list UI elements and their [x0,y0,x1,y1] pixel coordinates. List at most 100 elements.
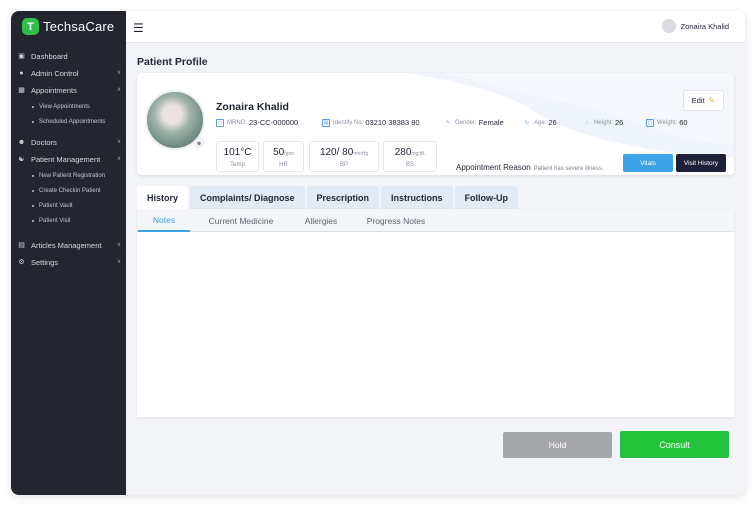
chevron-up-icon: ∧ [116,156,121,162]
bullet-icon [32,106,34,108]
sidebar-subitem-label: Create Checkin Patient [39,188,101,194]
calendar-icon: ▦ [18,87,25,94]
tab-history[interactable]: History [137,186,189,209]
age-value: 26 [548,118,557,127]
height-icon: ↕ [585,119,589,126]
bullet-icon [32,205,34,207]
logo-mark: T [22,18,39,35]
page-title: Patient Profile [137,56,208,68]
identity-card-icon: ▤ [322,118,330,127]
id-card-icon: □ [216,118,224,127]
vital-temp: 101°C Temp [216,141,259,172]
sidebar-item-label: Settings [31,257,59,267]
hamburger-menu-icon[interactable]: ☰ [133,21,144,35]
vital-label: BS [405,162,414,168]
age-label: Age: [534,119,547,126]
subtab-progress-notes[interactable]: Progress Notes [358,209,434,232]
chevron-down-icon: ∨ [116,242,121,248]
weight-value: 60 [679,118,688,127]
articles-icon: ▤ [18,242,25,249]
sidebar-item-doctors[interactable]: ☻ Doctors ∨ [17,135,121,149]
mrno-field: □ MRNO: 23-CC-000000 [216,118,298,127]
sidebar-item-label: Patient Management [31,154,101,164]
user-name: Zonaira Khalid [680,21,729,31]
sidebar-subitem-scheduled-appointments[interactable]: Scheduled Appointments [32,116,105,128]
vital-unit: mg/dL [411,151,426,157]
sidebar-item-label: Articles Management [31,240,102,250]
sidebar-item-patient-management[interactable]: ☯ Patient Management ∧ [17,152,121,166]
subtab-allergies[interactable]: Allergies [294,209,348,232]
sidebar-item-articles-management[interactable]: ▤ Articles Management ∨ [17,238,121,252]
pencil-gender-icon: ✎ [445,119,451,126]
sidebar: T TechsaCare ▣ Dashboard ● Admin Control… [11,11,126,495]
scale-icon: ▢ [646,118,654,127]
tab-follow-up[interactable]: Follow-Up [454,186,519,209]
edit-button[interactable]: Edit ✎ [683,90,724,111]
tab-complaints-diagnose[interactable]: Complaints/ Diagnose [190,186,305,209]
history-panel: Notes Current Medicine Allergies Progres… [137,209,734,417]
bullet-icon [32,220,34,222]
appointment-reason-label: Appointment Reason [456,163,531,172]
vital-unit: mmHg [353,151,369,157]
camera-icon[interactable]: ◉ [194,138,204,148]
appointment-reason: Appointment Reason Patient has severe il… [456,163,603,172]
tab-instructions[interactable]: Instructions [381,186,453,209]
sidebar-subitem-patient-visit[interactable]: Patient Visit [32,215,71,227]
patient-profile-card: ◉ Zonaira Khalid □ MRNO: 23-CC-000000 ▤ … [137,73,734,175]
vital-label: Temp [230,162,245,168]
appointment-reason-value: Patient has severe illness. [533,166,604,172]
vitals-button[interactable]: Vitals [623,154,673,172]
user-menu[interactable]: Zonaira Khalid [661,19,729,33]
height-field: ↕ Height: 26 [583,118,624,127]
app-window: T TechsaCare ▣ Dashboard ● Admin Control… [11,11,745,495]
mrno-label: MRNO: [227,119,247,126]
chevron-down-icon: ∨ [116,139,121,145]
mrno-value: 23-CC-000000 [249,118,299,127]
height-label: Height: [594,119,614,126]
sidebar-subitem-patient-vault[interactable]: Patient Vault [32,200,73,212]
sidebar-subitem-create-checkin-patient[interactable]: Create Checkin Patient [32,185,101,197]
subtab-notes[interactable]: Notes [138,209,190,232]
patient-name: Zonaira Khalid [216,101,289,113]
chevron-down-icon: ∨ [116,70,121,76]
weight-label: Weight: [657,119,678,126]
vital-value: 280 [394,147,412,158]
sidebar-item-dashboard[interactable]: ▣ Dashboard [17,49,121,63]
sidebar-subitem-label: View Appointments [39,104,90,110]
sidebar-item-label: Dashboard [31,51,68,61]
identity-value: 03210 38383 80 [365,118,420,127]
sidebar-subitem-new-patient-registration[interactable]: New Patient Registration [32,170,105,182]
sidebar-subitem-view-appointments[interactable]: View Appointments [32,101,90,113]
sidebar-item-settings[interactable]: ⚙ Settings ∨ [17,255,121,269]
sidebar-item-admin-control[interactable]: ● Admin Control ∨ [17,66,121,80]
doctor-icon: ☻ [17,138,26,146]
sidebar-subitem-label: Patient Visit [39,218,71,224]
sidebar-item-appointments[interactable]: ▦ Appointments ∧ [17,83,121,97]
main-tabs: History Complaints/ Diagnose Prescriptio… [137,186,519,209]
sidebar-item-label: Admin Control [31,68,79,78]
pencil-icon: ✎ [708,96,716,105]
patient-icon: ☯ [18,156,25,163]
bullet-icon [32,121,34,123]
vital-bp: 120/ 80mmHg BP [309,141,379,172]
history-subtabs: Notes Current Medicine Allergies Progres… [137,209,734,232]
subtab-current-medicine[interactable]: Current Medicine [198,209,284,232]
gender-value: Female [478,118,504,127]
vital-unit: bpm [284,151,294,157]
gear-icon: ⚙ [18,259,25,266]
topbar: ☰ Zonaira Khalid [126,11,745,43]
gender-field: ✎ Gender: Female [444,118,504,127]
logo[interactable]: T TechsaCare [22,18,114,35]
chevron-up-icon: ∧ [116,87,121,93]
visit-history-button[interactable]: Visit History [676,154,726,172]
vital-label: BP [339,162,348,168]
hold-button[interactable]: Hold [503,432,612,458]
bullet-icon [32,175,34,177]
vital-value: 120/ 80 [319,147,354,158]
admin-icon: ● [19,69,24,77]
bullet-icon [32,190,34,192]
consult-button[interactable]: Consult [620,431,729,458]
vital-bs: 280mg/dL BS [383,141,437,172]
age-icon: ↻ [524,119,530,126]
tab-prescription[interactable]: Prescription [306,186,380,209]
